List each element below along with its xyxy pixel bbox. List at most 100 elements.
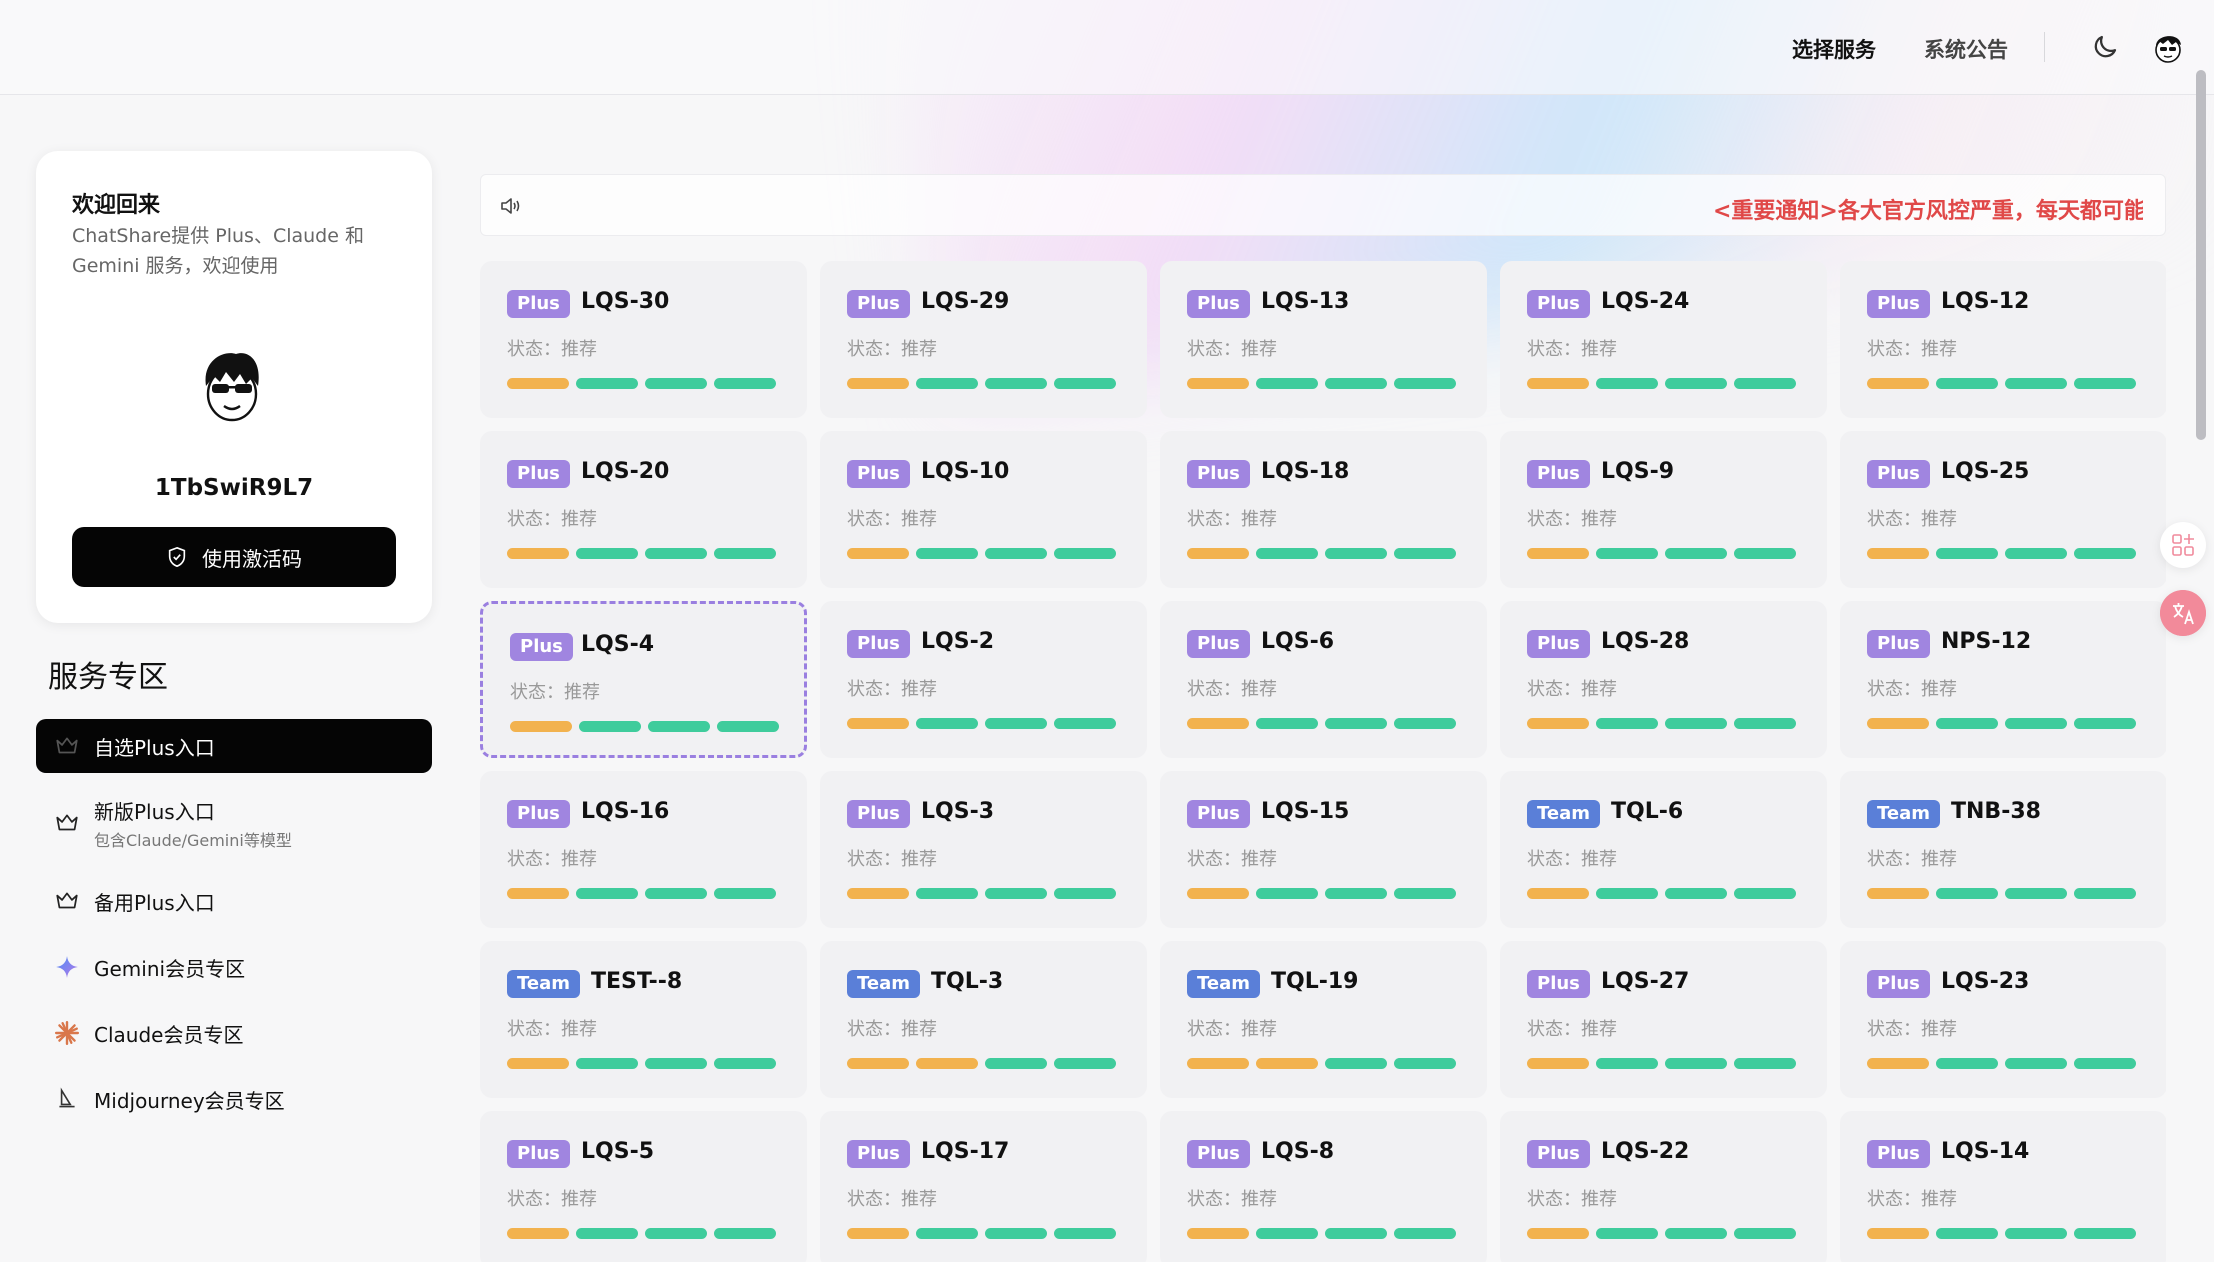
service-card[interactable]: Team TQL-3 状态：推荐 xyxy=(820,941,1147,1098)
load-bar-free xyxy=(1936,888,1998,899)
plan-badge: Plus xyxy=(507,1140,570,1168)
load-bar-free xyxy=(1734,378,1796,389)
load-bar-free xyxy=(1325,718,1387,729)
menu-item-claude[interactable]: Claude会员专区 xyxy=(36,1006,432,1060)
translate-icon[interactable] xyxy=(2160,590,2206,636)
plan-badge: Plus xyxy=(847,1140,910,1168)
menu-item-plus-new[interactable]: 新版Plus入口 包含Claude/Gemini等模型 xyxy=(36,789,432,857)
account-name: LQS-13 xyxy=(1261,289,1350,314)
use-activation-code-button[interactable]: 使用激活码 xyxy=(72,527,396,587)
avatar[interactable] xyxy=(2148,28,2188,68)
load-indicator xyxy=(847,718,1116,729)
account-name: LQS-24 xyxy=(1601,289,1690,314)
status-text: 状态：推荐 xyxy=(1187,509,1277,530)
crown-icon xyxy=(56,737,78,754)
service-card[interactable]: Plus LQS-30 状态：推荐 xyxy=(480,261,807,418)
account-name: LQS-22 xyxy=(1601,1139,1690,1164)
account-name: LQS-27 xyxy=(1601,969,1690,994)
service-card[interactable]: Plus LQS-27 状态：推荐 xyxy=(1500,941,1827,1098)
moon-icon[interactable] xyxy=(2090,32,2120,62)
status-text: 状态：推荐 xyxy=(507,849,597,870)
load-bar-free xyxy=(1936,718,1998,729)
load-bar-busy xyxy=(507,548,569,559)
service-card[interactable]: Plus LQS-20 状态：推荐 xyxy=(480,431,807,588)
activate-button-label: 使用激活码 xyxy=(202,546,302,571)
load-indicator xyxy=(847,1228,1116,1239)
nav-system-notice[interactable]: 系统公告 xyxy=(1924,34,2008,64)
apps-grid-icon[interactable] xyxy=(2160,522,2206,568)
load-bar-free xyxy=(985,718,1047,729)
service-card[interactable]: Plus LQS-5 状态：推荐 xyxy=(480,1111,807,1262)
service-card[interactable]: Plus LQS-18 状态：推荐 xyxy=(1160,431,1487,588)
load-indicator xyxy=(507,888,776,899)
service-card[interactable]: Plus LQS-24 状态：推荐 xyxy=(1500,261,1827,418)
plan-badge: Plus xyxy=(507,460,570,488)
service-card[interactable]: Plus LQS-13 状态：推荐 xyxy=(1160,261,1487,418)
menu-item-plus-select[interactable]: 自选Plus入口 xyxy=(36,719,432,773)
load-indicator xyxy=(510,721,779,732)
gemini-sparkle-icon xyxy=(56,956,78,978)
welcome-title: 欢迎回来 xyxy=(72,193,161,218)
service-card[interactable]: Plus LQS-4 状态：推荐 xyxy=(480,601,807,758)
service-card[interactable]: Plus LQS-8 状态：推荐 xyxy=(1160,1111,1487,1262)
welcome-card: 欢迎回来 ChatShare提供 Plus、Claude 和 Gemini 服务… xyxy=(36,151,432,623)
service-card[interactable]: Plus LQS-29 状态：推荐 xyxy=(820,261,1147,418)
load-bar-free xyxy=(1054,888,1116,899)
plan-badge: Plus xyxy=(1527,1140,1590,1168)
status-text: 状态：推荐 xyxy=(1527,1019,1617,1040)
service-card[interactable]: Plus LQS-10 状态：推荐 xyxy=(820,431,1147,588)
menu-item-plus-backup[interactable]: 备用Plus入口 xyxy=(36,874,432,928)
account-name: LQS-20 xyxy=(581,459,670,484)
service-card[interactable]: Team TNB-38 状态：推荐 xyxy=(1840,771,2166,928)
page-scrollbar[interactable] xyxy=(2196,70,2206,440)
plan-badge: Plus xyxy=(1527,460,1590,488)
service-card[interactable]: Plus LQS-12 状态：推荐 xyxy=(1840,261,2166,418)
service-card[interactable]: Team TEST--8 状态：推荐 xyxy=(480,941,807,1098)
load-bar-free xyxy=(1394,1058,1456,1069)
service-card[interactable]: Plus LQS-22 状态：推荐 xyxy=(1500,1111,1827,1262)
menu-item-gemini[interactable]: Gemini会员专区 xyxy=(36,940,432,994)
service-card[interactable]: Team TQL-19 状态：推荐 xyxy=(1160,941,1487,1098)
nav-select-service[interactable]: 选择服务 xyxy=(1792,34,1876,64)
load-bar-busy xyxy=(847,1058,909,1069)
menu-item-midjourney[interactable]: Midjourney会员专区 xyxy=(36,1072,432,1126)
service-card-grid: Plus LQS-30 状态：推荐 Plus LQS-29 状态：推荐 Plus LQS-13… xyxy=(480,261,2166,1262)
status-text: 状态：推荐 xyxy=(1187,849,1277,870)
load-bar-free xyxy=(1665,718,1727,729)
load-bar-free xyxy=(1665,888,1727,899)
status-text: 状态：推荐 xyxy=(507,1019,597,1040)
service-card[interactable]: Plus LQS-6 状态：推荐 xyxy=(1160,601,1487,758)
account-name: LQS-17 xyxy=(921,1139,1010,1164)
service-card[interactable]: Plus LQS-28 状态：推荐 xyxy=(1500,601,1827,758)
load-bar-busy xyxy=(1256,1058,1318,1069)
load-bar-free xyxy=(1734,548,1796,559)
service-card[interactable]: Plus LQS-15 状态：推荐 xyxy=(1160,771,1487,928)
load-bar-free xyxy=(576,378,638,389)
load-bar-free xyxy=(645,548,707,559)
load-indicator xyxy=(1187,888,1456,899)
load-bar-free xyxy=(1936,548,1998,559)
service-card[interactable]: Plus LQS-14 状态：推荐 xyxy=(1840,1111,2166,1262)
load-indicator xyxy=(1187,548,1456,559)
service-card[interactable]: Plus LQS-16 状态：推荐 xyxy=(480,771,807,928)
load-bar-free xyxy=(1256,888,1318,899)
service-card[interactable]: Plus LQS-3 状态：推荐 xyxy=(820,771,1147,928)
service-card[interactable]: Plus LQS-9 状态：推荐 xyxy=(1500,431,1827,588)
service-card[interactable]: Plus LQS-2 状态：推荐 xyxy=(820,601,1147,758)
load-bar-free xyxy=(714,888,776,899)
load-bar-free xyxy=(1394,888,1456,899)
load-indicator xyxy=(1867,718,2136,729)
status-text: 状态：推荐 xyxy=(847,679,937,700)
load-indicator xyxy=(1867,1058,2136,1069)
menu-item-label: Gemini会员专区 xyxy=(94,956,246,981)
load-bar-free xyxy=(1665,548,1727,559)
menu-item-label: Midjourney会员专区 xyxy=(94,1088,285,1113)
load-bar-free xyxy=(1256,548,1318,559)
service-card[interactable]: Plus LQS-25 状态：推荐 xyxy=(1840,431,2166,588)
load-bar-free xyxy=(2005,888,2067,899)
service-card[interactable]: Team TQL-6 状态：推荐 xyxy=(1500,771,1827,928)
service-card[interactable]: Plus NPS-12 状态：推荐 xyxy=(1840,601,2166,758)
load-indicator xyxy=(1187,378,1456,389)
service-card[interactable]: Plus LQS-23 状态：推荐 xyxy=(1840,941,2166,1098)
service-card[interactable]: Plus LQS-17 状态：推荐 xyxy=(820,1111,1147,1262)
